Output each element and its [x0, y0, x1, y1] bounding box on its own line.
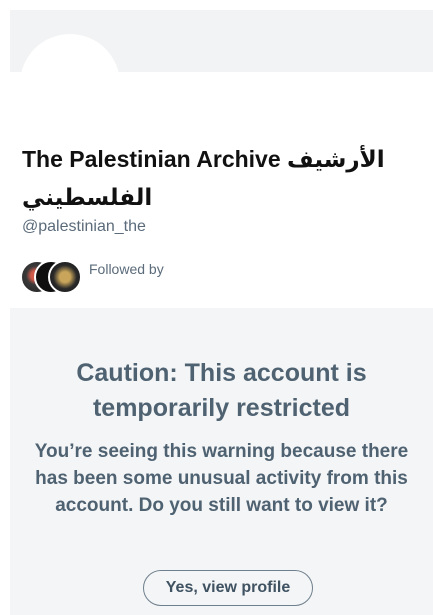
view-profile-button[interactable]: Yes, view profile [143, 570, 313, 606]
restriction-title: Caution: This account is temporarily res… [76, 359, 367, 422]
followed-by-label[interactable]: Followed by [89, 261, 164, 277]
follower-avatar [48, 260, 82, 294]
profile-name: The Palestinian Archive الأرشيف الفلسطين… [22, 146, 385, 210]
avatar[interactable] [20, 34, 120, 134]
restriction-message: You’re seeing this warning because there… [34, 441, 409, 516]
profile-handle: @palestinian_the [22, 218, 146, 235]
